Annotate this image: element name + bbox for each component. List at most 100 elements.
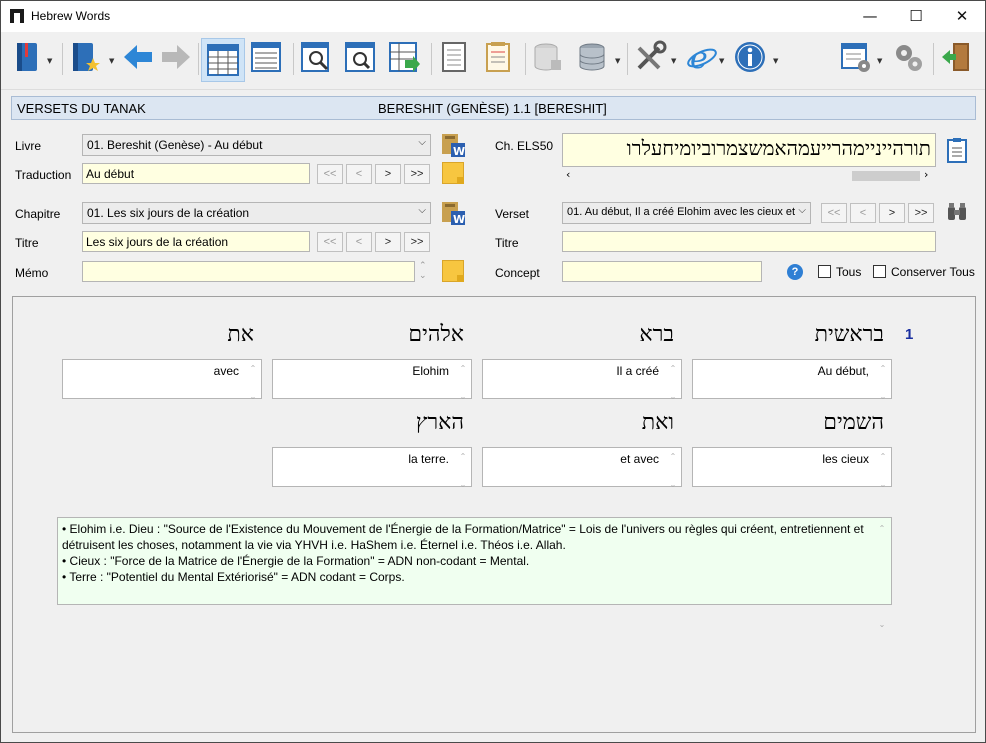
els-scrollbar[interactable]: ‹ › bbox=[562, 168, 936, 183]
tools-button[interactable]: ▼ bbox=[633, 40, 679, 76]
verse-header-bar: VERSETS DU TANAK BERESHIT (GENÈSE) 1.1 [… bbox=[11, 96, 976, 120]
scroll-arrows-icon[interactable]: ⌃ ⌄ bbox=[667, 362, 679, 401]
hebrew-word: הארץ bbox=[415, 410, 464, 435]
scroll-arrows-icon[interactable]: ⌃ ⌄ bbox=[667, 450, 679, 489]
scroll-arrows-icon[interactable]: ⌃ ⌄ bbox=[457, 362, 469, 401]
traduction-next-button[interactable]: > bbox=[375, 164, 401, 184]
settings-panel-button[interactable]: ▼ bbox=[839, 40, 885, 76]
gears-button[interactable] bbox=[891, 40, 927, 76]
info-icon bbox=[735, 42, 765, 72]
exit-door-icon bbox=[942, 43, 969, 71]
verse-number: 1 bbox=[905, 326, 914, 343]
titre-prev-button[interactable]: < bbox=[346, 232, 372, 252]
book-button[interactable]: ▼ bbox=[13, 40, 53, 76]
document-button[interactable] bbox=[437, 40, 473, 76]
close-button[interactable]: ✕ bbox=[939, 1, 985, 32]
clipboard-icon[interactable] bbox=[946, 137, 968, 163]
titre2-field[interactable] bbox=[562, 231, 936, 252]
info-button[interactable]: ▼ bbox=[733, 40, 781, 76]
note-line: • Elohim i.e. Dieu : "Source de l'Existe… bbox=[62, 522, 864, 552]
database-button[interactable]: ▼ bbox=[575, 40, 623, 76]
tous-checkbox[interactable] bbox=[818, 265, 831, 278]
scroll-right-icon[interactable]: › bbox=[924, 168, 928, 181]
search-page-button[interactable] bbox=[343, 40, 379, 76]
note-line: • Cieux : "Force de la Matrice de l'Éner… bbox=[62, 554, 530, 568]
translation-field[interactable]: Au début, ⌃ ⌄ bbox=[692, 359, 892, 401]
els-field[interactable]: תורהייניימהרייעמהאמשצמרוביומיחעלרו bbox=[562, 133, 936, 167]
internet-button[interactable]: e ▼ bbox=[685, 40, 727, 76]
bookmark-button[interactable]: ▼ bbox=[69, 40, 115, 76]
titre-next-button[interactable]: > bbox=[375, 232, 401, 252]
sticky-note-icon[interactable] bbox=[442, 162, 464, 184]
word-export-icon[interactable]: W bbox=[440, 200, 466, 226]
titre-field[interactable]: Les six jours de la création bbox=[82, 231, 310, 252]
maximize-button[interactable]: ☐ bbox=[893, 1, 939, 32]
toolbar-separator bbox=[933, 43, 934, 75]
document-icon bbox=[442, 42, 466, 72]
verset-next-button[interactable]: > bbox=[879, 203, 905, 223]
translation-text: Au début, bbox=[817, 364, 869, 378]
window-title: Hebrew Words bbox=[31, 9, 111, 23]
translation-text: les cieux bbox=[822, 452, 869, 466]
scroll-arrows-icon[interactable]: ⌃ ⌄ bbox=[877, 450, 889, 489]
translation-field[interactable]: et avec ⌃ ⌄ bbox=[482, 447, 682, 489]
traduction-first-button[interactable]: << bbox=[317, 164, 343, 184]
toolbar: ▼ ▼ ▼ ▼ e ▼ ▼ ▼ bbox=[1, 32, 985, 90]
translation-field[interactable]: les cieux ⌃ ⌄ bbox=[692, 447, 892, 489]
svg-text:W: W bbox=[453, 213, 465, 226]
scroll-arrows-icon[interactable]: ⌃ ⌄ bbox=[457, 450, 469, 489]
translation-text: Elohim bbox=[412, 364, 449, 378]
verset-last-button[interactable]: >> bbox=[908, 203, 934, 223]
verset-prev-button[interactable]: < bbox=[850, 203, 876, 223]
binoculars-icon[interactable] bbox=[946, 201, 968, 223]
concept-field[interactable] bbox=[562, 261, 762, 282]
translation-field[interactable]: avec ⌃ ⌄ bbox=[62, 359, 262, 401]
verset-first-button[interactable]: << bbox=[821, 203, 847, 223]
grid-view-button[interactable] bbox=[201, 38, 245, 82]
translation-text: la terre. bbox=[408, 452, 449, 466]
translation-field[interactable]: Il a créé ⌃ ⌄ bbox=[482, 359, 682, 401]
hebrew-word: ואת bbox=[641, 410, 674, 435]
chapitre-combo[interactable]: 01. Les six jours de la création ⌵ bbox=[82, 202, 431, 224]
traduction-label: Traduction bbox=[15, 168, 72, 182]
titre-last-button[interactable]: >> bbox=[404, 232, 430, 252]
scroll-left-icon[interactable]: ‹ bbox=[566, 168, 570, 181]
back-button[interactable] bbox=[121, 40, 155, 76]
hebrew-word: בראשית bbox=[814, 322, 884, 347]
database-gray-button[interactable] bbox=[531, 40, 567, 76]
toolbar-separator bbox=[62, 43, 63, 75]
titre-first-button[interactable]: << bbox=[317, 232, 343, 252]
traduction-last-button[interactable]: >> bbox=[404, 164, 430, 184]
translation-text: et avec bbox=[620, 452, 659, 466]
search-doc-icon bbox=[301, 42, 329, 72]
list-view-button[interactable] bbox=[249, 40, 285, 76]
help-icon[interactable]: ? bbox=[787, 264, 803, 280]
notepad-button[interactable] bbox=[481, 40, 517, 76]
verset-combo[interactable]: 01. Au début, Il a créé Elohim avec les … bbox=[562, 202, 811, 224]
livre-combo[interactable]: 01. Bereshit (Genèse) - Au début ⌵ bbox=[82, 134, 431, 156]
scroll-arrows-icon[interactable]: ⌃ ⌄ bbox=[876, 521, 888, 629]
scroll-arrows-icon[interactable]: ⌃ ⌄ bbox=[877, 362, 889, 401]
forward-button[interactable] bbox=[159, 40, 193, 76]
database-icon bbox=[579, 43, 605, 71]
main-window: Hebrew Words — ☐ ✕ ▼ ▼ ▼ ▼ e ▼ ▼ ▼ VERSE… bbox=[0, 0, 986, 743]
memo-label: Mémo bbox=[15, 266, 49, 280]
translation-field[interactable]: la terre. ⌃ ⌄ bbox=[272, 447, 472, 489]
scrollbar-thumb[interactable] bbox=[852, 171, 920, 181]
minimize-button[interactable]: — bbox=[847, 1, 893, 32]
memo-spinner-icon[interactable]: ⌃ ⌄ bbox=[419, 261, 427, 281]
settings-panel-icon bbox=[841, 43, 870, 72]
notes-memo[interactable]: • Elohim i.e. Dieu : "Source de l'Existe… bbox=[57, 517, 892, 629]
translation-field[interactable]: Elohim ⌃ ⌄ bbox=[272, 359, 472, 401]
back-arrow-icon bbox=[124, 45, 152, 69]
conserver-tous-checkbox[interactable] bbox=[873, 265, 886, 278]
scroll-arrows-icon[interactable]: ⌃ ⌄ bbox=[247, 362, 259, 401]
memo-field[interactable] bbox=[82, 261, 415, 282]
exit-button[interactable] bbox=[939, 40, 975, 76]
traduction-prev-button[interactable]: < bbox=[346, 164, 372, 184]
word-export-icon[interactable]: W bbox=[440, 132, 466, 158]
export-grid-button[interactable] bbox=[387, 40, 423, 76]
search-doc-button[interactable] bbox=[299, 40, 335, 76]
sticky-note-icon[interactable] bbox=[442, 260, 464, 282]
traduction-field[interactable]: Au début bbox=[82, 163, 310, 184]
